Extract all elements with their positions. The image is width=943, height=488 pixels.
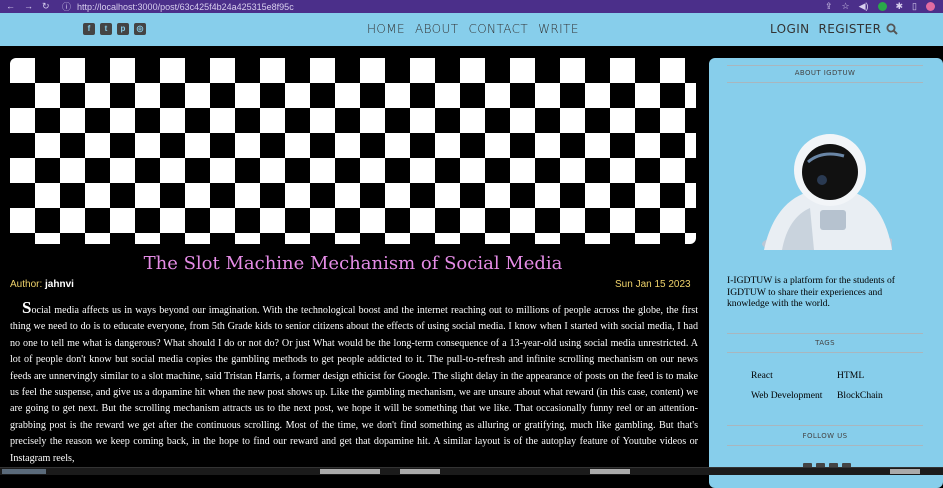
tag-web-development[interactable]: Web Development [751, 390, 837, 401]
post-title: The Slot Machine Mechanism of Social Med… [143, 253, 563, 274]
twitter-icon[interactable]: t [100, 23, 112, 35]
post-cover-image [10, 58, 696, 244]
tag-blockchain[interactable]: BlockChain [837, 390, 911, 401]
login-link[interactable]: LOGIN [770, 22, 810, 36]
tag-html[interactable]: HTML [837, 370, 911, 381]
sidebar [709, 58, 943, 488]
address-bar[interactable]: http://localhost:3000/post/63c425f4b24a4… [77, 2, 294, 12]
astronaut-image [762, 134, 892, 250]
profile-avatar[interactable] [926, 2, 935, 11]
about-title: ABOUT IGDTUW [794, 69, 856, 77]
divider [727, 445, 923, 446]
sidepanel-icon[interactable]: ▯ [912, 1, 917, 12]
menu-about[interactable]: ABOUT [415, 22, 458, 36]
post-author: Author: jahnvi [10, 279, 74, 290]
author-label: Author: [10, 279, 43, 290]
post-date: Sun Jan 15 2023 [615, 279, 691, 290]
divider [727, 82, 923, 83]
top-navbar: f t p ◎ HOME ABOUT CONTACT WRITE LOGIN R… [0, 13, 943, 46]
taskbar-item[interactable] [890, 469, 920, 474]
tag-react[interactable]: React [751, 370, 837, 381]
search-icon[interactable] [886, 23, 898, 35]
facebook-icon[interactable]: f [83, 23, 95, 35]
taskbar [0, 467, 943, 475]
share-icon[interactable]: ⇪ [825, 1, 833, 12]
social-links: f t p ◎ [83, 23, 146, 35]
bookmark-icon[interactable]: ☆ [842, 1, 850, 12]
divider [727, 352, 923, 353]
extension-icon[interactable] [877, 2, 887, 11]
pinterest-icon[interactable]: p [117, 23, 129, 35]
back-icon[interactable]: ← [6, 1, 15, 12]
menu-contact[interactable]: CONTACT [468, 22, 528, 36]
forward-icon[interactable]: → [24, 1, 33, 12]
site-info-icon[interactable]: ⓘ [62, 0, 71, 13]
taskbar-item[interactable] [320, 469, 380, 474]
menu-home[interactable]: HOME [367, 22, 405, 36]
register-link[interactable]: REGISTER [819, 22, 882, 36]
post-body-text: ocial media affects us in ways beyond ou… [10, 305, 698, 464]
post-body: Social media affects us in ways beyond o… [10, 299, 698, 467]
divider [727, 333, 923, 334]
reload-icon[interactable]: ↻ [42, 1, 50, 12]
author-name[interactable]: jahnvi [45, 279, 74, 290]
taskbar-item[interactable] [400, 469, 440, 474]
main-menu: HOME ABOUT CONTACT WRITE [367, 22, 579, 36]
media-icon[interactable]: ◀) [859, 1, 869, 12]
auth-menu: LOGIN REGISTER [770, 22, 881, 36]
divider [727, 65, 923, 66]
taskbar-item[interactable] [2, 469, 46, 474]
taskbar-item[interactable] [590, 469, 630, 474]
follow-title: FOLLOW US [802, 432, 848, 440]
tags-title: TAGS [815, 339, 835, 347]
tag-list: React HTML Web Development BlockChain [751, 370, 911, 401]
menu-write[interactable]: WRITE [538, 22, 579, 36]
about-text: I-IGDTUW is a platform for the students … [727, 275, 895, 309]
instagram-icon[interactable]: ◎ [134, 23, 146, 35]
puzzle-icon[interactable]: ✱ [896, 1, 904, 12]
browser-chrome: ← → ↻ ⓘ http://localhost:3000/post/63c42… [0, 0, 943, 13]
divider [727, 425, 923, 426]
